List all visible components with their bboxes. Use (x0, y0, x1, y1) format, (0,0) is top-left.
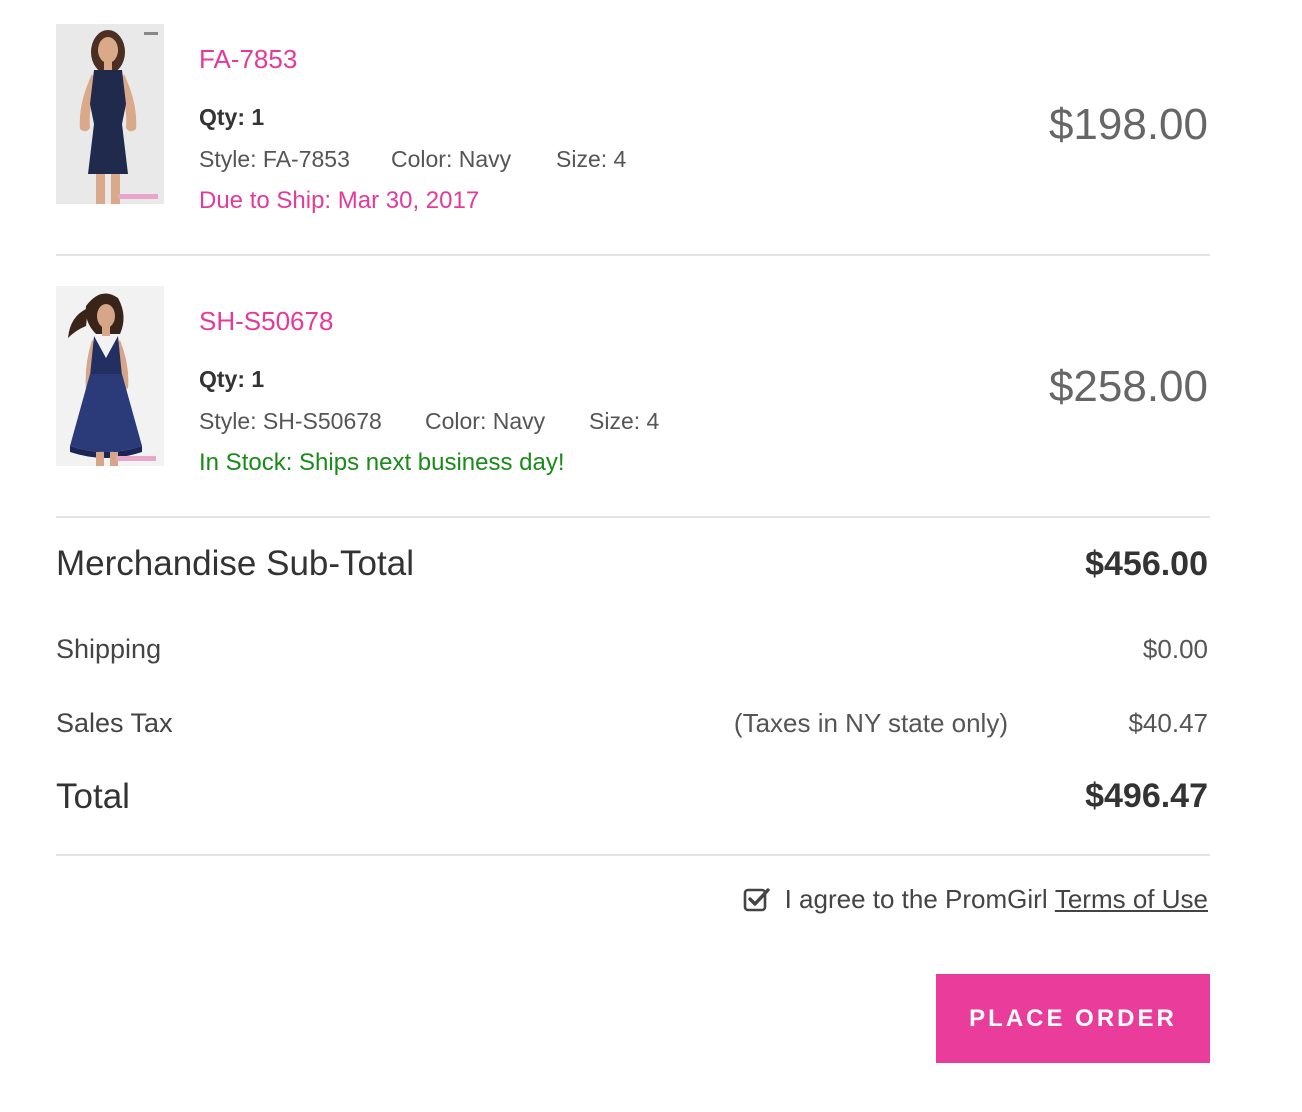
total-label: Total (56, 777, 130, 816)
subtotal-value: $456.00 (1085, 545, 1208, 583)
product-image-fa-7853[interactable] (56, 24, 164, 204)
product-name-link[interactable]: FA-7853 (199, 44, 297, 75)
product-size: Size: 4 (556, 146, 627, 172)
divider (56, 254, 1210, 256)
sales-tax-value: $40.47 (1128, 708, 1208, 738)
product-color: Color: Navy (425, 408, 546, 434)
terms-of-use-link[interactable]: Terms of Use (1055, 884, 1208, 915)
sales-tax-label: Sales Tax (56, 708, 173, 738)
checkout-review: FA-7853 Qty: 1 Style: FA-7853 Color: Nav… (0, 0, 1302, 1112)
shipping-value: $0.00 (1142, 634, 1208, 664)
place-order-button[interactable]: PLACE ORDER (936, 974, 1210, 1063)
product-style: Style: SH-S50678 (199, 408, 382, 434)
checkbox-checked-icon[interactable] (743, 886, 771, 914)
terms-agreement: I agree to the PromGirl Terms of Use (743, 884, 1208, 915)
product-image-sh-s50678[interactable] (56, 286, 164, 466)
item-price: $258.00 (1048, 362, 1208, 411)
product-color: Color: Navy (391, 146, 512, 172)
shipping-label: Shipping (56, 634, 162, 664)
product-size: Size: 4 (589, 408, 660, 434)
in-stock-note: In Stock: Ships next business day! (199, 449, 565, 476)
subtotal-label: Merchandise Sub-Total (56, 544, 414, 583)
product-quantity: Qty: 1 (199, 366, 265, 392)
tax-note: (Taxes in NY state only) (733, 708, 1008, 738)
item-price: $198.00 (1048, 100, 1208, 149)
divider (56, 516, 1210, 518)
total-value: $496.47 (1085, 777, 1208, 815)
agreement-text: I agree to the PromGirl (784, 884, 1055, 914)
product-quantity: Qty: 1 (199, 104, 265, 130)
ship-date-note: Due to Ship: Mar 30, 2017 (199, 187, 480, 214)
product-style: Style: FA-7853 (199, 146, 350, 172)
divider (56, 854, 1210, 856)
product-name-link[interactable]: SH-S50678 (199, 306, 333, 337)
